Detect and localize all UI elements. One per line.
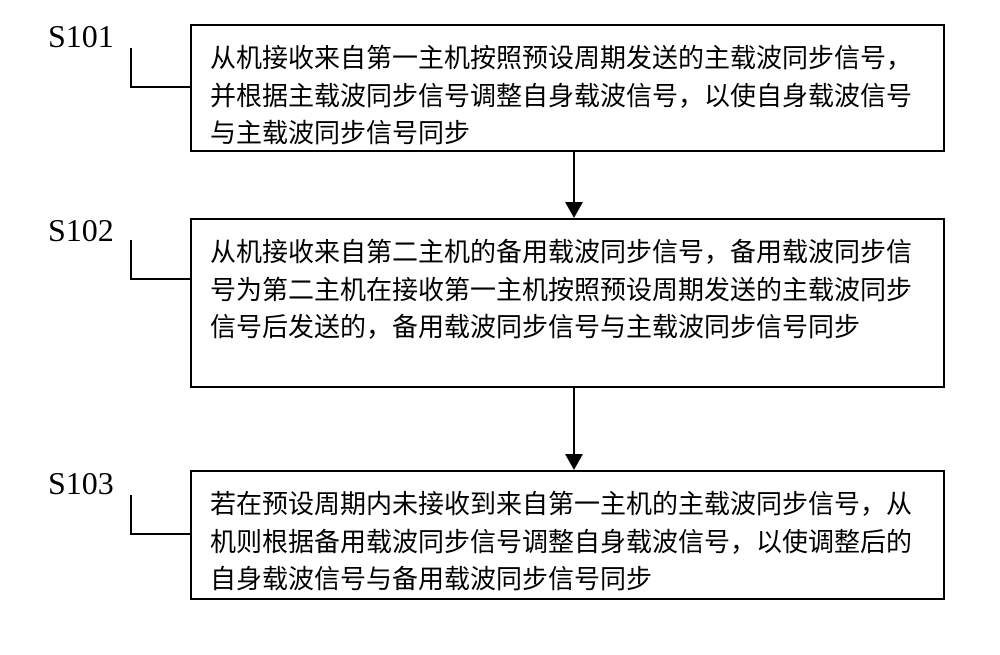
connector-2 — [130, 240, 190, 280]
step-text-1: 从机接收来自第一主机按照预设周期发送的主载波同步信号，并根据主载波同步信号调整自… — [210, 44, 912, 148]
step-label-3: S103 — [48, 465, 114, 502]
step-text-2: 从机接收来自第二主机的备用载波同步信号，备用载波同步信号为第二主机在接收第一主机… — [210, 238, 912, 342]
step-box-3: 若在预设周期内未接收到来自第一主机的主载波同步信号，从机则根据备用载波同步信号调… — [190, 470, 945, 600]
arrow-line-2 — [573, 388, 575, 454]
step-box-1: 从机接收来自第一主机按照预设周期发送的主载波同步信号，并根据主载波同步信号调整自… — [190, 24, 945, 152]
arrow-head-2 — [565, 454, 583, 470]
step-box-2: 从机接收来自第二主机的备用载波同步信号，备用载波同步信号为第二主机在接收第一主机… — [190, 218, 945, 388]
arrow-2 — [565, 388, 583, 470]
arrow-line-1 — [573, 152, 575, 202]
step-text-3: 若在预设周期内未接收到来自第一主机的主载波同步信号，从机则根据备用载波同步信号调… — [210, 490, 912, 594]
arrow-head-1 — [565, 202, 583, 218]
connector-3 — [130, 495, 190, 535]
arrow-1 — [565, 152, 583, 218]
step-label-2: S102 — [48, 212, 114, 249]
step-label-1: S101 — [48, 18, 114, 55]
connector-1 — [130, 48, 190, 88]
